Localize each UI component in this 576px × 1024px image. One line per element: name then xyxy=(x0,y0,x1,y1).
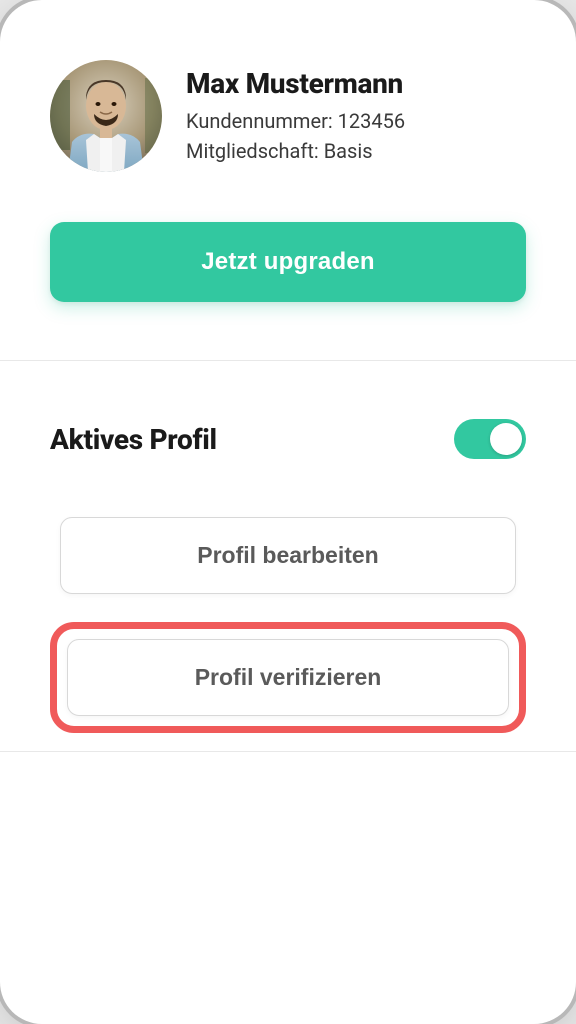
customer-number: Kundennummer: 123456 xyxy=(186,106,526,136)
section-title: Aktives Profil xyxy=(50,423,217,456)
active-profile-section-header: Aktives Profil xyxy=(50,419,526,459)
edit-profile-wrap: Profil bearbeiten xyxy=(50,507,526,604)
device-frame: Max Mustermann Kundennummer: 123456 Mitg… xyxy=(0,0,576,1024)
avatar[interactable] xyxy=(50,60,162,172)
profile-info: Max Mustermann Kundennummer: 123456 Mitg… xyxy=(186,67,526,166)
profile-name: Max Mustermann xyxy=(186,67,526,100)
upgrade-button[interactable]: Jetzt upgraden xyxy=(50,222,526,302)
avatar-image xyxy=(50,60,162,172)
edit-profile-button[interactable]: Profil bearbeiten xyxy=(60,517,516,594)
verify-profile-button[interactable]: Profil verifizieren xyxy=(67,639,509,716)
membership-tier: Mitgliedschaft: Basis xyxy=(186,136,526,166)
profile-header: Max Mustermann Kundennummer: 123456 Mitg… xyxy=(50,60,526,172)
bottom-divider xyxy=(0,751,576,752)
divider xyxy=(0,360,576,361)
verify-profile-highlight: Profil verifizieren xyxy=(50,622,526,733)
toggle-knob xyxy=(490,423,522,455)
active-profile-toggle[interactable] xyxy=(454,419,526,459)
